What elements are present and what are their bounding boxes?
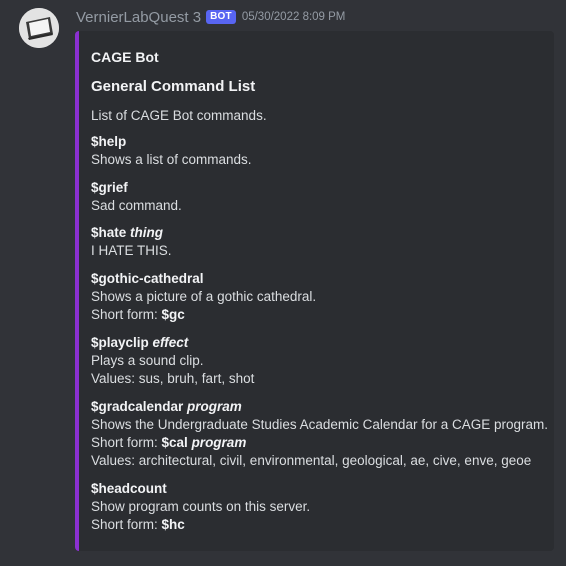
embed-description: List of CAGE Bot commands. <box>91 108 267 123</box>
bot-badge: BOT <box>206 10 236 24</box>
field-name: $help <box>91 134 127 149</box>
field-value: Sad command. <box>91 198 182 213</box>
username[interactable]: VernierLabQuest 3 <box>76 9 201 26</box>
field-name: $playclip effect <box>91 335 189 350</box>
tablet-icon <box>19 8 59 48</box>
field-playclip: $playclip effect Plays a sound clip. Val… <box>91 334 254 388</box>
field-name: $hate thing <box>91 225 164 240</box>
embed-author: CAGE Bot <box>91 49 159 65</box>
field-short-form: Short form: $hc <box>91 517 185 532</box>
field-value: Plays a sound clip. <box>91 353 204 368</box>
field-grief: $grief Sad command. <box>91 179 182 215</box>
field-headcount: $headcount Show program counts on this s… <box>91 480 310 534</box>
field-value: Shows a picture of a gothic cathedral. <box>91 289 317 304</box>
field-short-form: Short form: $cal program <box>91 435 247 450</box>
embed-title: General Command List <box>91 78 256 95</box>
field-value: Show program counts on this server. <box>91 499 311 514</box>
field-hate: $hate thing I HATE THIS. <box>91 224 172 260</box>
field-help: $help Shows a list of commands. <box>91 133 252 169</box>
field-short-form: Short form: $gc <box>91 307 185 322</box>
field-value: Shows a list of commands. <box>91 152 252 167</box>
field-name: $gothic-cathedral <box>91 271 204 286</box>
field-values: Values: sus, bruh, fart, shot <box>91 371 255 386</box>
field-value: I HATE THIS. <box>91 243 172 258</box>
timestamp: 05/30/2022 8:09 PM <box>241 11 346 23</box>
avatar[interactable] <box>19 8 59 48</box>
field-name: $gradcalendar program <box>91 399 242 414</box>
field-value: Shows the Undergraduate Studies Academic… <box>91 417 548 432</box>
embed: CAGE Bot General Command List List of CA… <box>75 31 554 551</box>
field-gradcalendar: $gradcalendar program Shows the Undergra… <box>91 398 548 470</box>
field-gothic-cathedral: $gothic-cathedral Shows a picture of a g… <box>91 270 316 324</box>
field-name: $grief <box>91 180 128 195</box>
field-name: $headcount <box>91 481 167 496</box>
message-header: VernierLabQuest 3 BOT 05/30/2022 8:09 PM <box>76 7 345 27</box>
field-values: Values: architectural, civil, environmen… <box>91 453 532 468</box>
chat-message: VernierLabQuest 3 BOT 05/30/2022 8:09 PM… <box>0 0 566 566</box>
